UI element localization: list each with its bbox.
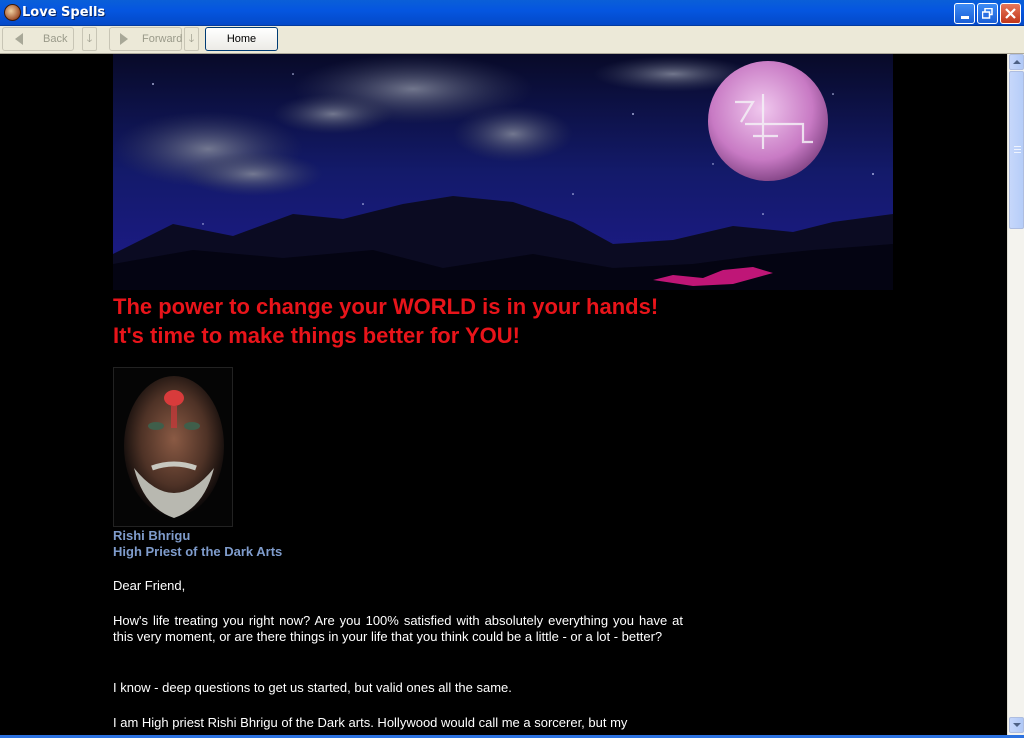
minimize-icon [960, 16, 969, 19]
forward-button[interactable]: Forward [109, 27, 182, 51]
header-banner-image [113, 54, 893, 290]
navigation-toolbar: Back 🡓 Forward 🡓 Home [0, 26, 1024, 54]
forward-label: Forward [142, 33, 183, 45]
app-icon [4, 4, 21, 21]
vertical-scrollbar[interactable] [1007, 54, 1024, 738]
restore-button[interactable] [977, 3, 998, 24]
arrow-down-icon: 🡓 [86, 32, 93, 45]
author-portrait-image [113, 367, 233, 527]
scroll-up-button[interactable] [1009, 54, 1024, 70]
grip-icon [1014, 149, 1021, 150]
scroll-down-button[interactable] [1009, 717, 1024, 733]
chevron-down-icon [1012, 723, 1021, 727]
window-title: Love Spells [22, 5, 106, 20]
forward-history-dropdown[interactable]: 🡓 [184, 27, 199, 51]
back-label: Back [43, 33, 68, 45]
body-paragraph: Dear Friend, [113, 578, 186, 593]
minimize-button[interactable] [954, 3, 975, 24]
body-paragraph: I am High priest Rishi Bhrigu of the Dar… [113, 715, 628, 730]
restore-icon [982, 8, 993, 19]
page-viewport: The power to change your WORLD is in you… [0, 54, 1007, 738]
forward-arrow-icon [120, 33, 128, 45]
back-button[interactable]: Back [2, 27, 74, 51]
page-headline: The power to change your WORLD is in you… [113, 294, 659, 348]
grip-icon [1014, 152, 1021, 153]
close-button[interactable] [1000, 3, 1021, 24]
home-button[interactable]: Home [205, 27, 278, 51]
grip-icon [1014, 146, 1021, 147]
close-icon [1005, 8, 1016, 19]
author-title: High Priest of the Dark Arts [113, 544, 283, 559]
window-title-bar: Love Spells [0, 0, 1024, 26]
scrollbar-thumb[interactable] [1009, 71, 1024, 229]
chevron-up-icon [1012, 60, 1021, 64]
home-label: Home [226, 33, 257, 45]
arrow-down-icon: 🡓 [188, 32, 195, 45]
back-history-dropdown[interactable]: 🡓 [82, 27, 97, 51]
body-paragraph: I know - deep questions to get us starte… [113, 680, 512, 695]
author-name: Rishi Bhrigu [113, 528, 191, 543]
body-paragraph: How's life treating you right now? Are y… [113, 613, 683, 644]
back-arrow-icon [15, 33, 23, 45]
